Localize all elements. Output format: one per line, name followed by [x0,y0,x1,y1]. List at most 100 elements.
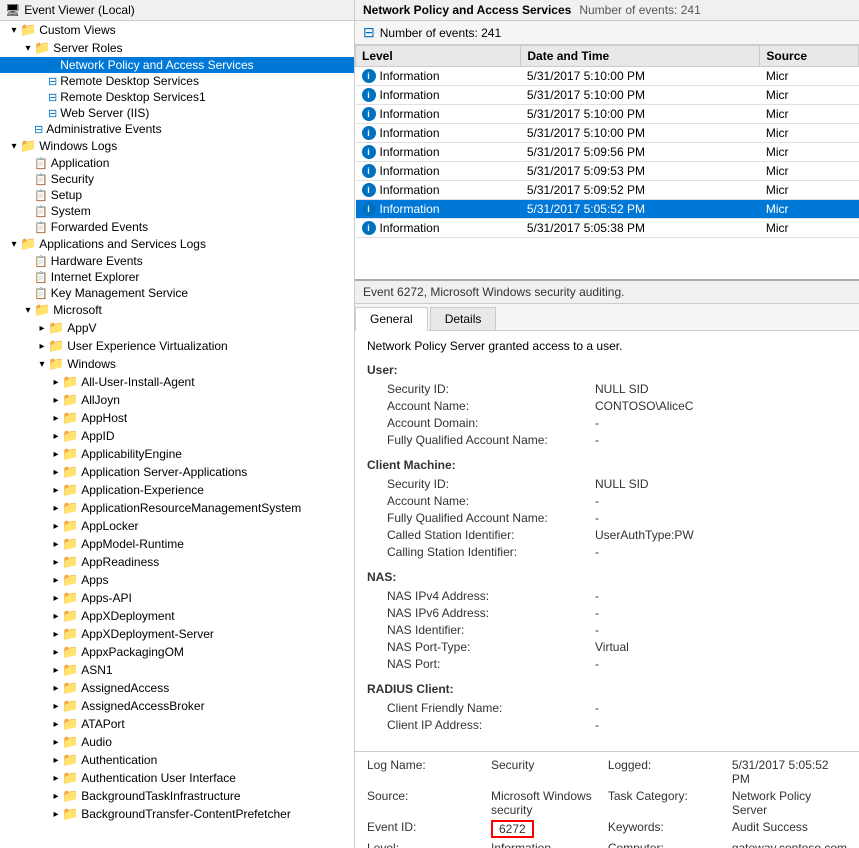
event-row-4[interactable]: i Information 5/31/2017 5:09:56 PM Micr [356,143,859,162]
expand-icon-assigned-access-broker[interactable]: ▸ [50,700,62,712]
expand-icon-appmodel-runtime[interactable]: ▸ [50,538,62,550]
tree-item-appxdeployment-server[interactable]: ▸📁AppXDeployment-Server [0,625,354,643]
expand-icon-all-user-install[interactable]: ▸ [50,376,62,388]
expand-icon-app-server-apps[interactable]: ▸ [50,466,62,478]
tree-item-applicability[interactable]: ▸📁ApplicabilityEngine [0,445,354,463]
tree-item-assigned-access[interactable]: ▸📁AssignedAccess [0,679,354,697]
expand-icon-windows-logs[interactable]: ▾ [8,140,20,152]
expand-icon-background-task[interactable]: ▸ [50,790,62,802]
tree-item-windows[interactable]: ▾📁Windows [0,355,354,373]
tree-item-assigned-access-broker[interactable]: ▸📁AssignedAccessBroker [0,697,354,715]
tree-item-microsoft[interactable]: ▾📁Microsoft [0,301,354,319]
tree-item-custom-views[interactable]: ▾📁Custom Views [0,21,354,39]
tree-item-background-task[interactable]: ▸📁BackgroundTaskInfrastructure [0,787,354,805]
expand-icon-background-transfer[interactable]: ▸ [50,808,62,820]
event-row-3[interactable]: i Information 5/31/2017 5:10:00 PM Micr [356,124,859,143]
tree-item-appreadiness[interactable]: ▸📁AppReadiness [0,553,354,571]
tree-item-apphost[interactable]: ▸📁AppHost [0,409,354,427]
tree-item-admin-events[interactable]: ⊟Administrative Events [0,121,354,137]
expand-icon-appxdeployment[interactable]: ▸ [50,610,62,622]
tree-item-appid[interactable]: ▸📁AppID [0,427,354,445]
event-row-8[interactable]: i Information 5/31/2017 5:05:38 PM Micr [356,219,859,238]
expand-icon-appv[interactable]: ▸ [36,322,48,334]
tree-item-user-exp[interactable]: ▸📁User Experience Virtualization [0,337,354,355]
tree-item-web-server[interactable]: ⊟Web Server (IIS) [0,105,354,121]
folder-icon-user-exp: 📁 [48,338,64,354]
tree-item-remote-desktop[interactable]: ⊟Remote Desktop Services [0,73,354,89]
event-row-1[interactable]: i Information 5/31/2017 5:10:00 PM Micr [356,86,859,105]
expand-icon-server-roles[interactable]: ▾ [22,42,34,54]
event-row-7[interactable]: i Information 5/31/2017 5:05:52 PM Micr [356,200,859,219]
expand-icon-windows[interactable]: ▾ [36,358,48,370]
event-row-5[interactable]: i Information 5/31/2017 5:09:53 PM Micr [356,162,859,181]
tree-item-audio[interactable]: ▸📁Audio [0,733,354,751]
expand-icon-app-services[interactable]: ▾ [8,238,20,250]
expand-icon-custom-views[interactable]: ▾ [8,24,20,36]
expand-icon-user-exp[interactable]: ▸ [36,340,48,352]
expand-icon-appxdeployment-server[interactable]: ▸ [50,628,62,640]
expand-icon-appreadiness[interactable]: ▸ [50,556,62,568]
tree-item-ataport[interactable]: ▸📁ATAPort [0,715,354,733]
event-row-6[interactable]: i Information 5/31/2017 5:09:52 PM Micr [356,181,859,200]
tree-item-auth-user-interface[interactable]: ▸📁Authentication User Interface [0,769,354,787]
expand-icon-appxpackagingom[interactable]: ▸ [50,646,62,658]
client-section: Client Machine: Security ID:NULL SIDAcco… [367,458,847,560]
tree-item-windows-logs[interactable]: ▾📁Windows Logs [0,137,354,155]
tab-details[interactable]: Details [430,307,497,330]
user-fields-val-2: - [595,415,847,431]
tree-item-hardware[interactable]: 📋Hardware Events [0,253,354,269]
tree-item-setup[interactable]: 📋Setup [0,187,354,203]
tree-item-all-user-install[interactable]: ▸📁All-User-Install-Agent [0,373,354,391]
tree-item-appxpackagingom[interactable]: ▸📁AppxPackagingOM [0,643,354,661]
event-row-2[interactable]: i Information 5/31/2017 5:10:00 PM Micr [356,105,859,124]
tree-item-server-roles[interactable]: ▾📁Server Roles [0,39,354,57]
expand-icon-alljoyn[interactable]: ▸ [50,394,62,406]
tree-item-app-resource-mgmt[interactable]: ▸📁ApplicationResourceManagementSystem [0,499,354,517]
tree-item-background-transfer[interactable]: ▸📁BackgroundTransfer-ContentPrefetcher [0,805,354,823]
expand-icon-appid[interactable]: ▸ [50,430,62,442]
tree-item-appmodel-runtime[interactable]: ▸📁AppModel-Runtime [0,535,354,553]
tab-general[interactable]: General [355,307,428,331]
tree-item-forwarded[interactable]: 📋Forwarded Events [0,219,354,235]
tree-item-alljoyn[interactable]: ▸📁AllJoyn [0,391,354,409]
expand-icon-app-experience[interactable]: ▸ [50,484,62,496]
detail-tabs: General Details [355,304,859,331]
expand-icon-app-resource-mgmt[interactable]: ▸ [50,502,62,514]
tree-item-security[interactable]: 📋Security [0,171,354,187]
tree-item-app-experience[interactable]: ▸📁Application-Experience [0,481,354,499]
tree-item-app-server-apps[interactable]: ▸📁Application Server-Applications [0,463,354,481]
tree-label-appmodel-runtime: AppModel-Runtime [81,537,184,551]
event-row-0[interactable]: i Information 5/31/2017 5:10:00 PM Micr [356,67,859,86]
expand-icon-assigned-access[interactable]: ▸ [50,682,62,694]
folder-icon-apps-api: 📁 [62,590,78,606]
expand-icon-apphost[interactable]: ▸ [50,412,62,424]
tree-item-application[interactable]: 📋Application [0,155,354,171]
detail-panel: Event 6272, Microsoft Windows security a… [355,281,859,848]
tree-label-assigned-access-broker: AssignedAccessBroker [81,699,204,713]
expand-icon-applocker[interactable]: ▸ [50,520,62,532]
tree-item-apps[interactable]: ▸📁Apps [0,571,354,589]
expand-icon-apps[interactable]: ▸ [50,574,62,586]
expand-icon-asn1[interactable]: ▸ [50,664,62,676]
expand-icon-audio[interactable]: ▸ [50,736,62,748]
expand-icon-microsoft[interactable]: ▾ [22,304,34,316]
expand-icon-ataport[interactable]: ▸ [50,718,62,730]
tree-item-key-mgmt[interactable]: 📋Key Management Service [0,285,354,301]
tree-item-internet-explorer[interactable]: 📋Internet Explorer [0,269,354,285]
tree-item-appxdeployment[interactable]: ▸📁AppXDeployment [0,607,354,625]
expand-icon-apps-api[interactable]: ▸ [50,592,62,604]
tree-item-applocker[interactable]: ▸📁AppLocker [0,517,354,535]
expand-icon-auth-user-interface[interactable]: ▸ [50,772,62,784]
tree-item-authentication[interactable]: ▸📁Authentication [0,751,354,769]
tree-item-remote-desktop1[interactable]: ⊟Remote Desktop Services1 [0,89,354,105]
nas-fields-key-0: NAS IPv4 Address: [387,588,587,604]
tree-item-apps-api[interactable]: ▸📁Apps-API [0,589,354,607]
expand-icon-applicability[interactable]: ▸ [50,448,62,460]
tree-item-asn1[interactable]: ▸📁ASN1 [0,661,354,679]
tree-item-network-policy[interactable]: ⊟Network Policy and Access Services [0,57,354,73]
filter-icon-remote-desktop1: ⊟ [48,91,57,104]
tree-item-system[interactable]: 📋System [0,203,354,219]
tree-item-app-services[interactable]: ▾📁Applications and Services Logs [0,235,354,253]
tree-item-appv[interactable]: ▸📁AppV [0,319,354,337]
expand-icon-authentication[interactable]: ▸ [50,754,62,766]
